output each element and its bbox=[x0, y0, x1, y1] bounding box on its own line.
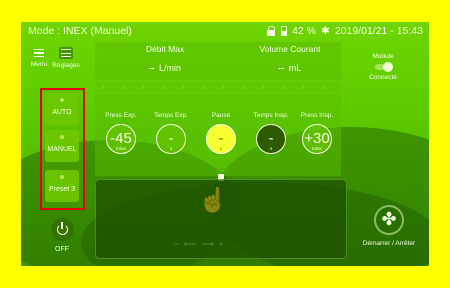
swipe-hint: − ⟵ ⟶ + bbox=[174, 239, 225, 249]
param-value: +30 bbox=[304, 130, 330, 147]
param-value: - bbox=[168, 130, 174, 147]
preset-group: AUTO MANUEL Preset 3 bbox=[40, 88, 85, 210]
bluetooth-icon: ✱ bbox=[321, 25, 330, 37]
datetime: 2019/01/21 - 15:43 bbox=[334, 25, 423, 37]
indicator-dot bbox=[60, 175, 64, 179]
param-temps-insp[interactable]: Temps Insp. - s bbox=[246, 112, 296, 154]
param-temps-exp[interactable]: Temps Exp. - s bbox=[146, 112, 196, 154]
ruler-tick: | bbox=[323, 84, 325, 89]
status-bar: Mode : INEX (Manuel) 42 % ✱ 2019/01/21 -… bbox=[21, 22, 429, 38]
param-unit: s bbox=[269, 146, 273, 151]
preset-manual-button[interactable]: MANUEL bbox=[45, 130, 79, 162]
preset-3-label: Preset 3 bbox=[48, 186, 76, 193]
preset-auto-button[interactable]: AUTO bbox=[45, 93, 79, 125]
flow-label: Débit Max bbox=[145, 44, 185, 54]
touch-hand-icon: ☝ bbox=[198, 187, 228, 214]
preset-3-button[interactable]: Preset 3 bbox=[45, 170, 79, 202]
mode-label: Mode : INEX (Manuel) bbox=[28, 25, 132, 37]
param-label: Pause bbox=[211, 112, 231, 119]
lock-icon bbox=[267, 26, 276, 36]
param-unit: mbar bbox=[311, 146, 323, 151]
parameters-panel: Press Exp. -45 mbar Temps Exp. - s Pause… bbox=[95, 94, 341, 176]
ruler-tick: | bbox=[283, 84, 285, 89]
ruler-tick: | bbox=[163, 84, 165, 89]
off-label: OFF bbox=[55, 246, 69, 253]
volume-unit: mL bbox=[288, 63, 302, 73]
param-value: -45 bbox=[110, 130, 132, 147]
preset-auto-label: AUTO bbox=[52, 109, 72, 116]
param-press-insp[interactable]: Press Insp. +30 mbar bbox=[292, 112, 342, 154]
flow-unit: L/min bbox=[158, 63, 181, 73]
off-button[interactable]: OFF bbox=[47, 218, 77, 253]
ruler-tick: | bbox=[303, 84, 305, 89]
volume-metric: Volume Courant mL bbox=[245, 44, 335, 73]
temps-insp-knob[interactable]: - s bbox=[256, 124, 286, 154]
menu-button[interactable]: Menu bbox=[27, 46, 51, 68]
flow-metric: Débit Max L/min bbox=[125, 44, 205, 73]
power-icon bbox=[50, 218, 74, 241]
start-stop-label: Démarrer / Arrêter bbox=[362, 240, 416, 247]
sliders-icon bbox=[59, 47, 73, 59]
battery-icon bbox=[281, 26, 288, 36]
press-insp-knob[interactable]: +30 mbar bbox=[302, 124, 332, 154]
settings-label: Réglages bbox=[52, 62, 80, 69]
temps-exp-knob[interactable]: - s bbox=[156, 124, 186, 154]
param-label: Press Exp. bbox=[105, 112, 137, 119]
param-unit: mbar bbox=[115, 146, 127, 151]
param-label: Temps Insp. bbox=[253, 112, 289, 119]
preset-manual-label: MANUEL bbox=[47, 146, 77, 153]
metrics-panel: Débit Max L/min Volume Courant mL bbox=[95, 42, 341, 80]
flow-value-dash bbox=[148, 67, 154, 70]
ruler-tick: | bbox=[243, 84, 245, 89]
battery-level: 42 % bbox=[292, 25, 317, 37]
param-label: Temps Exp. bbox=[154, 112, 188, 119]
touch-pad[interactable]: ☝ − ⟵ ⟶ + bbox=[95, 179, 347, 259]
ruler-tick: | bbox=[203, 84, 205, 89]
param-value: - bbox=[218, 130, 224, 147]
module-toggle[interactable] bbox=[375, 62, 393, 72]
param-press-exp[interactable]: Press Exp. -45 mbar bbox=[96, 112, 146, 154]
module-connection: Connecté bbox=[369, 74, 397, 81]
settings-button[interactable]: Réglages bbox=[52, 46, 80, 69]
hamburger-icon bbox=[34, 49, 44, 57]
module-status: Module Connecté bbox=[359, 53, 407, 81]
param-unit: s bbox=[219, 146, 223, 151]
param-value: - bbox=[268, 130, 274, 147]
ruler-tick: | bbox=[263, 84, 265, 89]
pressure-ruler: | | | | | | | | | | | | bbox=[95, 82, 341, 92]
ventilator-screen: Mode : INEX (Manuel) 42 % ✱ 2019/01/21 -… bbox=[21, 22, 429, 266]
ruler-tick: | bbox=[223, 84, 225, 89]
param-label: Press Insp. bbox=[300, 112, 334, 119]
status-indicators: 42 % ✱ 2019/01/21 - 15:43 bbox=[267, 25, 423, 37]
param-pause[interactable]: Pause - s bbox=[196, 112, 246, 154]
ruler-tick: | bbox=[143, 84, 145, 89]
indicator-dot bbox=[60, 98, 64, 102]
pause-knob[interactable]: - s bbox=[206, 124, 236, 154]
ruler-tick: | bbox=[183, 84, 185, 89]
module-title: Module bbox=[372, 53, 394, 60]
volume-value-dash bbox=[278, 67, 284, 70]
ruler-tick: | bbox=[123, 84, 125, 89]
indicator-dot bbox=[60, 135, 64, 139]
ruler-tick: | bbox=[103, 84, 105, 89]
menu-label: Menu bbox=[30, 61, 48, 68]
press-exp-knob[interactable]: -45 mbar bbox=[106, 124, 136, 154]
start-stop-button[interactable]: ✤ Démarrer / Arrêter bbox=[350, 205, 428, 247]
volume-label: Volume Courant bbox=[259, 44, 321, 54]
fan-icon: ✤ bbox=[374, 205, 404, 235]
param-unit: s bbox=[169, 146, 173, 151]
